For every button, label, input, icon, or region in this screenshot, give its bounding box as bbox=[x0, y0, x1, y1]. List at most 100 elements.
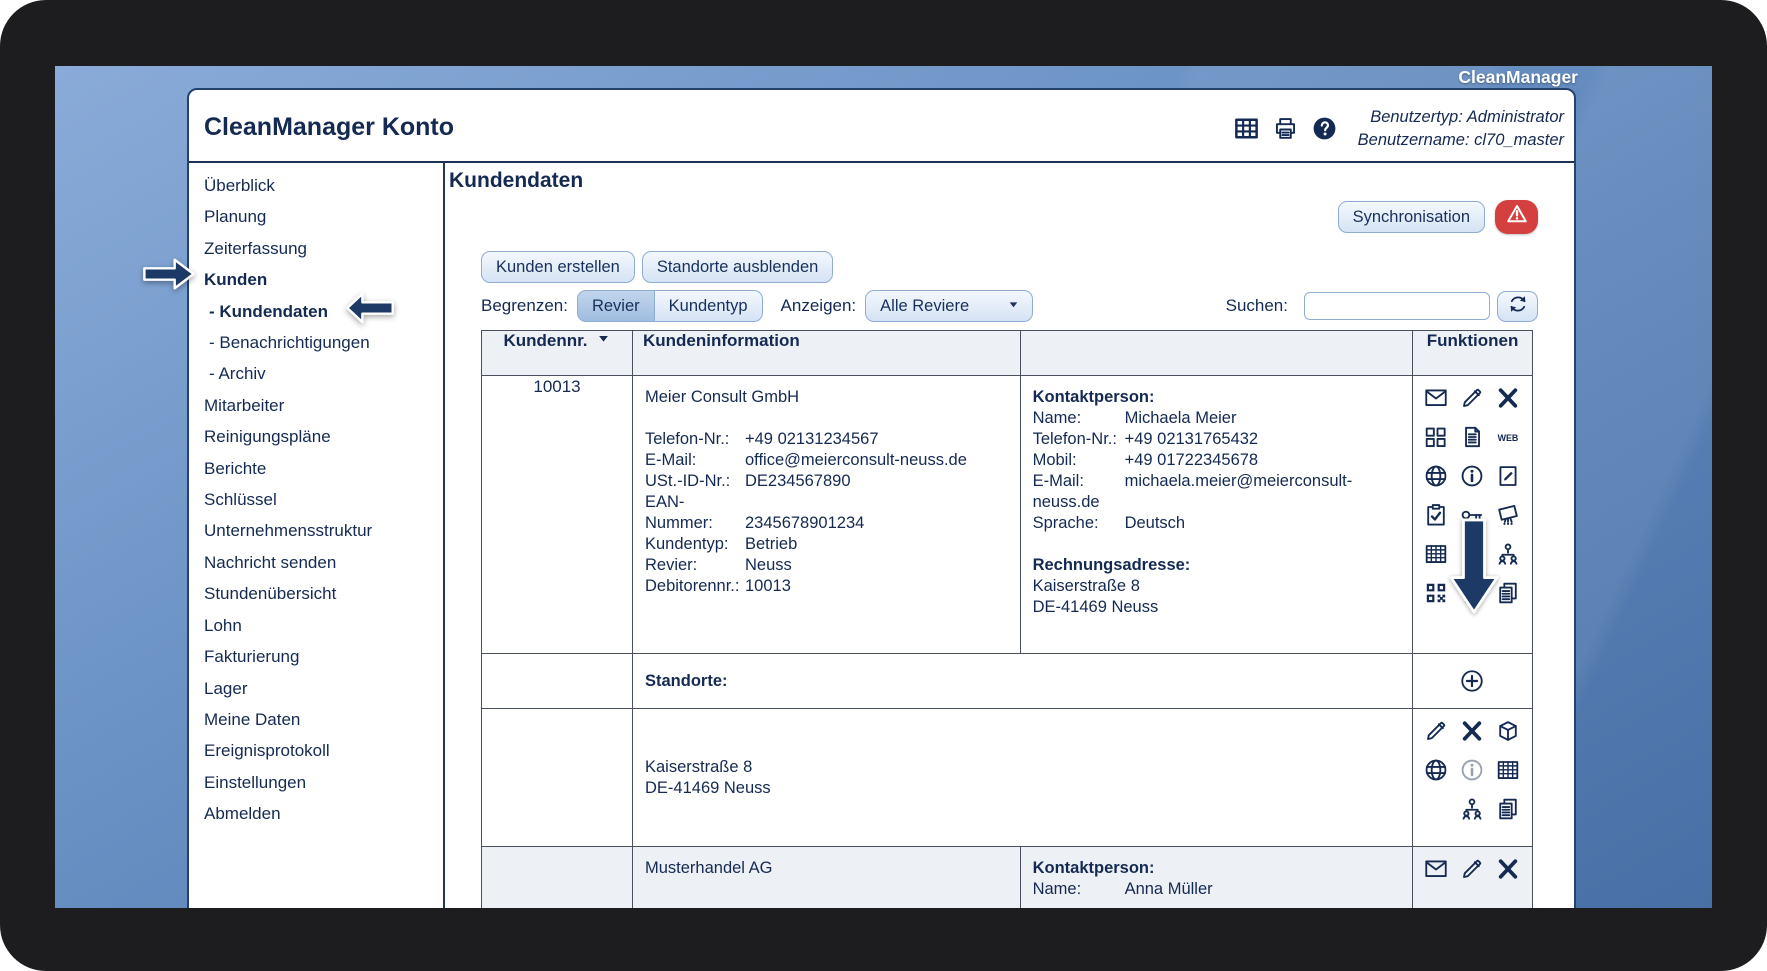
field-label: Kundentyp: bbox=[645, 535, 729, 553]
sidebar-item-fakturierung[interactable]: Fakturierung bbox=[204, 641, 443, 672]
print-icon[interactable] bbox=[1272, 115, 1300, 143]
customer-info-cell: Musterhandel AG bbox=[632, 846, 1021, 908]
window-header: CleanManager Konto Benutzertyp: Administ… bbox=[189, 90, 1574, 163]
location-street: Kaiserstraße 8 bbox=[645, 757, 753, 776]
grid-table-icon[interactable] bbox=[1422, 540, 1450, 568]
revier-select-value: Alle Reviere bbox=[880, 297, 970, 315]
sidebar-item-unternehmensstruktur[interactable]: Unternehmensstruktur bbox=[204, 515, 443, 546]
sync-warning-badge[interactable] bbox=[1495, 199, 1538, 234]
sidebar-item-mitarbeiter[interactable]: Mitarbeiter bbox=[204, 390, 443, 421]
field-value: Neuss bbox=[745, 556, 792, 574]
annotation-arrow-left bbox=[346, 292, 394, 324]
sidebar-item-einstellungen[interactable]: Einstellungen bbox=[204, 767, 443, 798]
sidebar-item-schluessel[interactable]: Schlüssel bbox=[204, 484, 443, 515]
limit-option-revier[interactable]: Revier bbox=[576, 290, 654, 322]
field-label: E-Mail: bbox=[645, 451, 697, 469]
org-icon[interactable] bbox=[1458, 795, 1486, 823]
field-label: Telefon-Nr.: bbox=[1032, 430, 1117, 448]
sidebar-item-lager[interactable]: Lager bbox=[204, 673, 443, 704]
hide-locations-button[interactable]: Standorte ausblenden bbox=[641, 251, 834, 283]
customer-functions-cell bbox=[1412, 846, 1533, 908]
book-icon[interactable] bbox=[1458, 423, 1486, 451]
add-location-icon[interactable] bbox=[1458, 667, 1486, 695]
limit-label: Begrenzen: bbox=[481, 296, 568, 315]
create-customer-button[interactable]: Kunden erstellen bbox=[481, 251, 635, 283]
sidebar-item-berichte[interactable]: Berichte bbox=[204, 453, 443, 484]
column-kundennr[interactable]: Kundennr. bbox=[481, 330, 633, 376]
page-title: Kundendaten bbox=[449, 169, 584, 192]
add-location-wrap bbox=[1418, 667, 1527, 695]
locations-label-cell: Standorte: bbox=[631, 653, 1414, 709]
web-icon[interactable]: WEB bbox=[1494, 423, 1522, 451]
box-icon[interactable] bbox=[1494, 717, 1522, 745]
mail-icon[interactable] bbox=[1422, 384, 1450, 412]
brand-label: CleanManager bbox=[1458, 67, 1578, 87]
chevron-down-icon bbox=[1007, 296, 1020, 316]
field-value: office@meierconsult-neuss.de bbox=[745, 451, 967, 469]
header-actions: Benutzertyp: Administrator Benutzername:… bbox=[1233, 106, 1564, 152]
sidebar-item-meine-daten[interactable]: Meine Daten bbox=[204, 704, 443, 735]
mail-icon[interactable] bbox=[1422, 855, 1450, 883]
refresh-button[interactable] bbox=[1497, 290, 1538, 322]
sidebar-item-abmelden[interactable]: Abmelden bbox=[204, 798, 443, 829]
limit-option-kundentyp[interactable]: Kundentyp bbox=[653, 290, 763, 322]
field-label: Sprache: bbox=[1032, 514, 1099, 532]
qr-icon[interactable] bbox=[1422, 579, 1450, 607]
sidebar-item-ereignisprotokoll[interactable]: Ereignisprotokoll bbox=[204, 735, 443, 766]
sync-row: Synchronisation bbox=[481, 199, 1538, 234]
edit-icon[interactable] bbox=[1458, 855, 1486, 883]
refresh-icon bbox=[1506, 292, 1530, 321]
sidebar-item-stundenuebersicht[interactable]: Stundenübersicht bbox=[204, 578, 443, 609]
grid-table-icon[interactable] bbox=[1494, 756, 1522, 784]
field-label: Debitorennr.: bbox=[645, 577, 740, 595]
note-icon[interactable] bbox=[1494, 462, 1522, 490]
sidebar-item-nachricht-senden[interactable]: Nachricht senden bbox=[204, 547, 443, 578]
limit-toggle: Revier Kundentyp bbox=[576, 290, 763, 322]
field-label: EAN-Nummer: bbox=[645, 493, 713, 532]
edit-icon[interactable] bbox=[1458, 384, 1486, 412]
company-name: Musterhandel AG bbox=[645, 859, 773, 877]
field-row: Name: Anna Müller bbox=[1033, 879, 1401, 900]
customer-info-cell: Meier Consult GmbH Telefon-Nr.: +49 02131… bbox=[632, 375, 1021, 654]
sidebar-item-lohn[interactable]: Lohn bbox=[204, 610, 443, 641]
sidebar-item-archiv[interactable]: - Archiv bbox=[204, 358, 443, 389]
search-input[interactable] bbox=[1304, 292, 1490, 320]
device-frame: CleanManager CleanManager Konto Benutzer… bbox=[0, 0, 1767, 971]
delete-icon[interactable] bbox=[1494, 384, 1522, 412]
sidebar-item-kundendaten[interactable]: - Kundendaten bbox=[204, 296, 443, 327]
customer-contact-cell: Kontaktperson: Name: Anna Müller bbox=[1019, 846, 1414, 908]
edit-icon[interactable] bbox=[1422, 717, 1450, 745]
field-value: 10013 bbox=[745, 577, 791, 595]
device-bezel: CleanManager CleanManager Konto Benutzer… bbox=[0, 0, 1767, 971]
sidebar-item-zeiterfassung[interactable]: Zeiterfassung bbox=[204, 233, 443, 264]
revier-select[interactable]: Alle Reviere bbox=[865, 290, 1034, 322]
delete-icon[interactable] bbox=[1494, 855, 1522, 883]
customer-number: 10013 bbox=[481, 375, 633, 654]
customer-functions-cell: WEB bbox=[1412, 375, 1533, 654]
docs-icon[interactable] bbox=[1494, 795, 1522, 823]
help-icon[interactable] bbox=[1311, 115, 1339, 143]
globe-icon[interactable] bbox=[1422, 756, 1450, 784]
window-body: Überblick Planung Zeiterfassung Kunden - Kun… bbox=[189, 163, 1574, 908]
synchronisation-button[interactable]: Synchronisation bbox=[1337, 200, 1485, 233]
sidebar-item-kunden[interactable]: Kunden bbox=[204, 264, 443, 295]
location-address-cell: Kaiserstraße 8 DE-41469 Neuss bbox=[631, 708, 1414, 847]
svg-text:WEB: WEB bbox=[1497, 433, 1518, 443]
sidebar-item-ueberblick[interactable]: Überblick bbox=[204, 170, 443, 201]
field-row: USt.-ID-Nr.: DE234567890 bbox=[645, 471, 1008, 492]
clipboard-check-icon[interactable] bbox=[1422, 501, 1450, 529]
window-title: CleanManager Konto bbox=[204, 113, 455, 141]
table-header-row: Kundennr. Kundeninformation Funktionen bbox=[481, 330, 1533, 376]
cubes-icon[interactable] bbox=[1422, 423, 1450, 451]
sidebar-item-reinigungsplaene[interactable]: Reinigungspläne bbox=[204, 421, 443, 452]
sidebar-item-benachrichtigungen[interactable]: - Benachrichtigungen bbox=[204, 327, 443, 358]
info-icon[interactable] bbox=[1458, 756, 1486, 784]
table-view-icon[interactable] bbox=[1233, 115, 1261, 143]
locations-label: Standorte: bbox=[645, 671, 728, 690]
sidebar-item-planung[interactable]: Planung bbox=[204, 201, 443, 232]
info-icon[interactable] bbox=[1458, 462, 1486, 490]
globe-icon[interactable] bbox=[1422, 462, 1450, 490]
delete-icon[interactable] bbox=[1458, 717, 1486, 745]
field-row: E-Mail: office@meierconsult-neuss.de bbox=[645, 450, 1008, 471]
location-city: DE-41469 Neuss bbox=[645, 778, 771, 797]
